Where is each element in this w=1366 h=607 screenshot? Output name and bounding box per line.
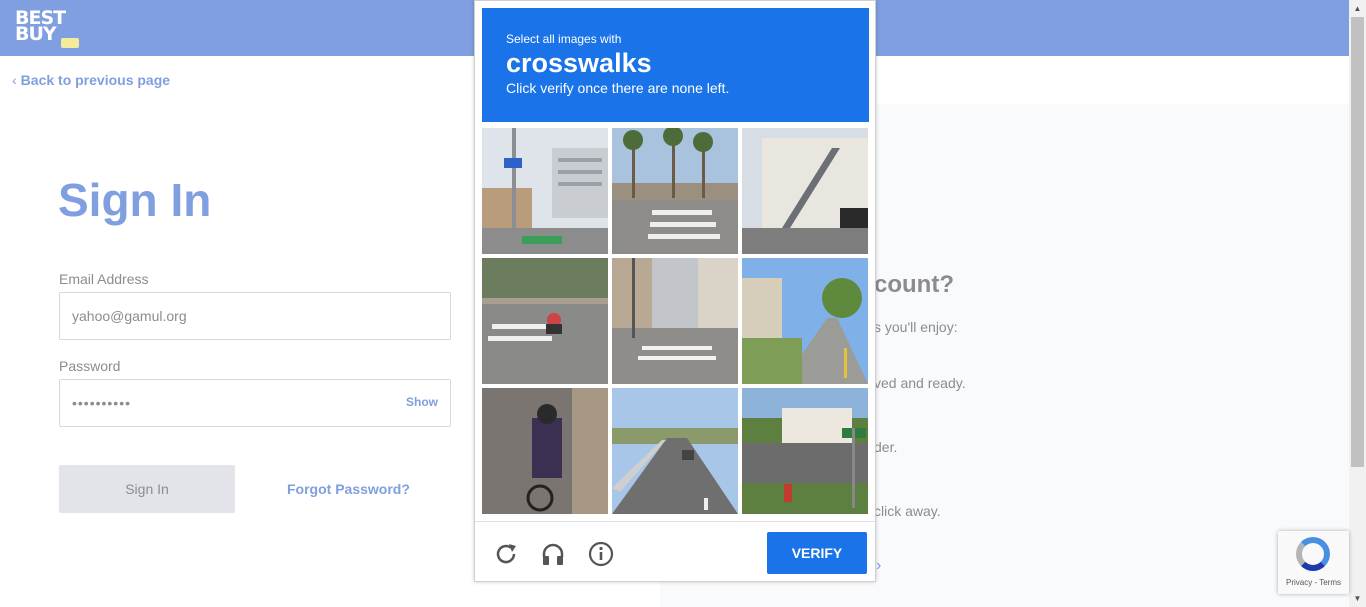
reload-icon[interactable]: [493, 541, 519, 567]
bestbuy-logo[interactable]: BEST BUY: [15, 9, 83, 50]
benefit-item: click away.: [874, 503, 941, 519]
captcha-hint: Click verify once there are none left.: [506, 80, 730, 96]
captcha-target: crosswalks: [506, 48, 652, 78]
logo-tag-icon: [61, 38, 79, 48]
captcha-tile-3[interactable]: [742, 128, 868, 254]
scroll-up-icon[interactable]: ▲: [1349, 0, 1366, 17]
password-field[interactable]: ••••••••••: [59, 379, 451, 427]
account-panel-title: count?: [874, 271, 954, 298]
captcha-tile-4[interactable]: [482, 258, 608, 384]
recaptcha-badge[interactable]: Privacy - Terms: [1278, 531, 1349, 594]
recaptcha-logo-icon: [1296, 537, 1330, 571]
verify-button[interactable]: VERIFY: [767, 532, 867, 574]
back-link-label: Back to previous page: [20, 72, 171, 88]
page-scrollbar[interactable]: ▲ ▼: [1349, 0, 1366, 607]
chevron-left-icon: ‹: [12, 72, 17, 88]
email-label: Email Address: [59, 271, 149, 287]
captcha-instruction: Select all images with: [506, 32, 622, 46]
headphones-icon[interactable]: [540, 541, 566, 567]
info-icon[interactable]: [588, 541, 614, 567]
page-title: Sign In: [58, 174, 212, 226]
captcha-image-grid: [482, 128, 869, 516]
scrollbar-thumb[interactable]: [1351, 17, 1364, 467]
benefit-item: der.: [874, 439, 898, 455]
back-to-previous-link[interactable]: ‹ Back to previous page: [12, 72, 170, 88]
sign-in-button[interactable]: Sign In: [59, 465, 235, 513]
captcha-tile-2[interactable]: [612, 128, 738, 254]
captcha-tile-7[interactable]: [482, 388, 608, 514]
show-password-button[interactable]: Show: [406, 395, 438, 409]
chevron-right-icon[interactable]: ›: [876, 557, 881, 575]
recaptcha-badge-text: Privacy - Terms: [1286, 578, 1341, 587]
captcha-footer: VERIFY: [475, 521, 875, 581]
captcha-tile-1[interactable]: [482, 128, 608, 254]
captcha-header: Select all images with crosswalks Click …: [482, 8, 869, 122]
password-label: Password: [59, 358, 121, 374]
captcha-tile-5[interactable]: [612, 258, 738, 384]
captcha-tile-9[interactable]: [742, 388, 868, 514]
captcha-challenge: Select all images with crosswalks Click …: [474, 0, 876, 582]
account-panel-subtitle: s you'll enjoy:: [874, 319, 958, 335]
captcha-tile-6[interactable]: [742, 258, 868, 384]
email-field[interactable]: yahoo@gamul.org: [59, 292, 451, 340]
forgot-password-link[interactable]: Forgot Password?: [287, 481, 410, 497]
benefit-item: ved and ready.: [874, 375, 966, 391]
scroll-down-icon[interactable]: ▼: [1349, 590, 1366, 607]
captcha-tile-8[interactable]: [612, 388, 738, 514]
